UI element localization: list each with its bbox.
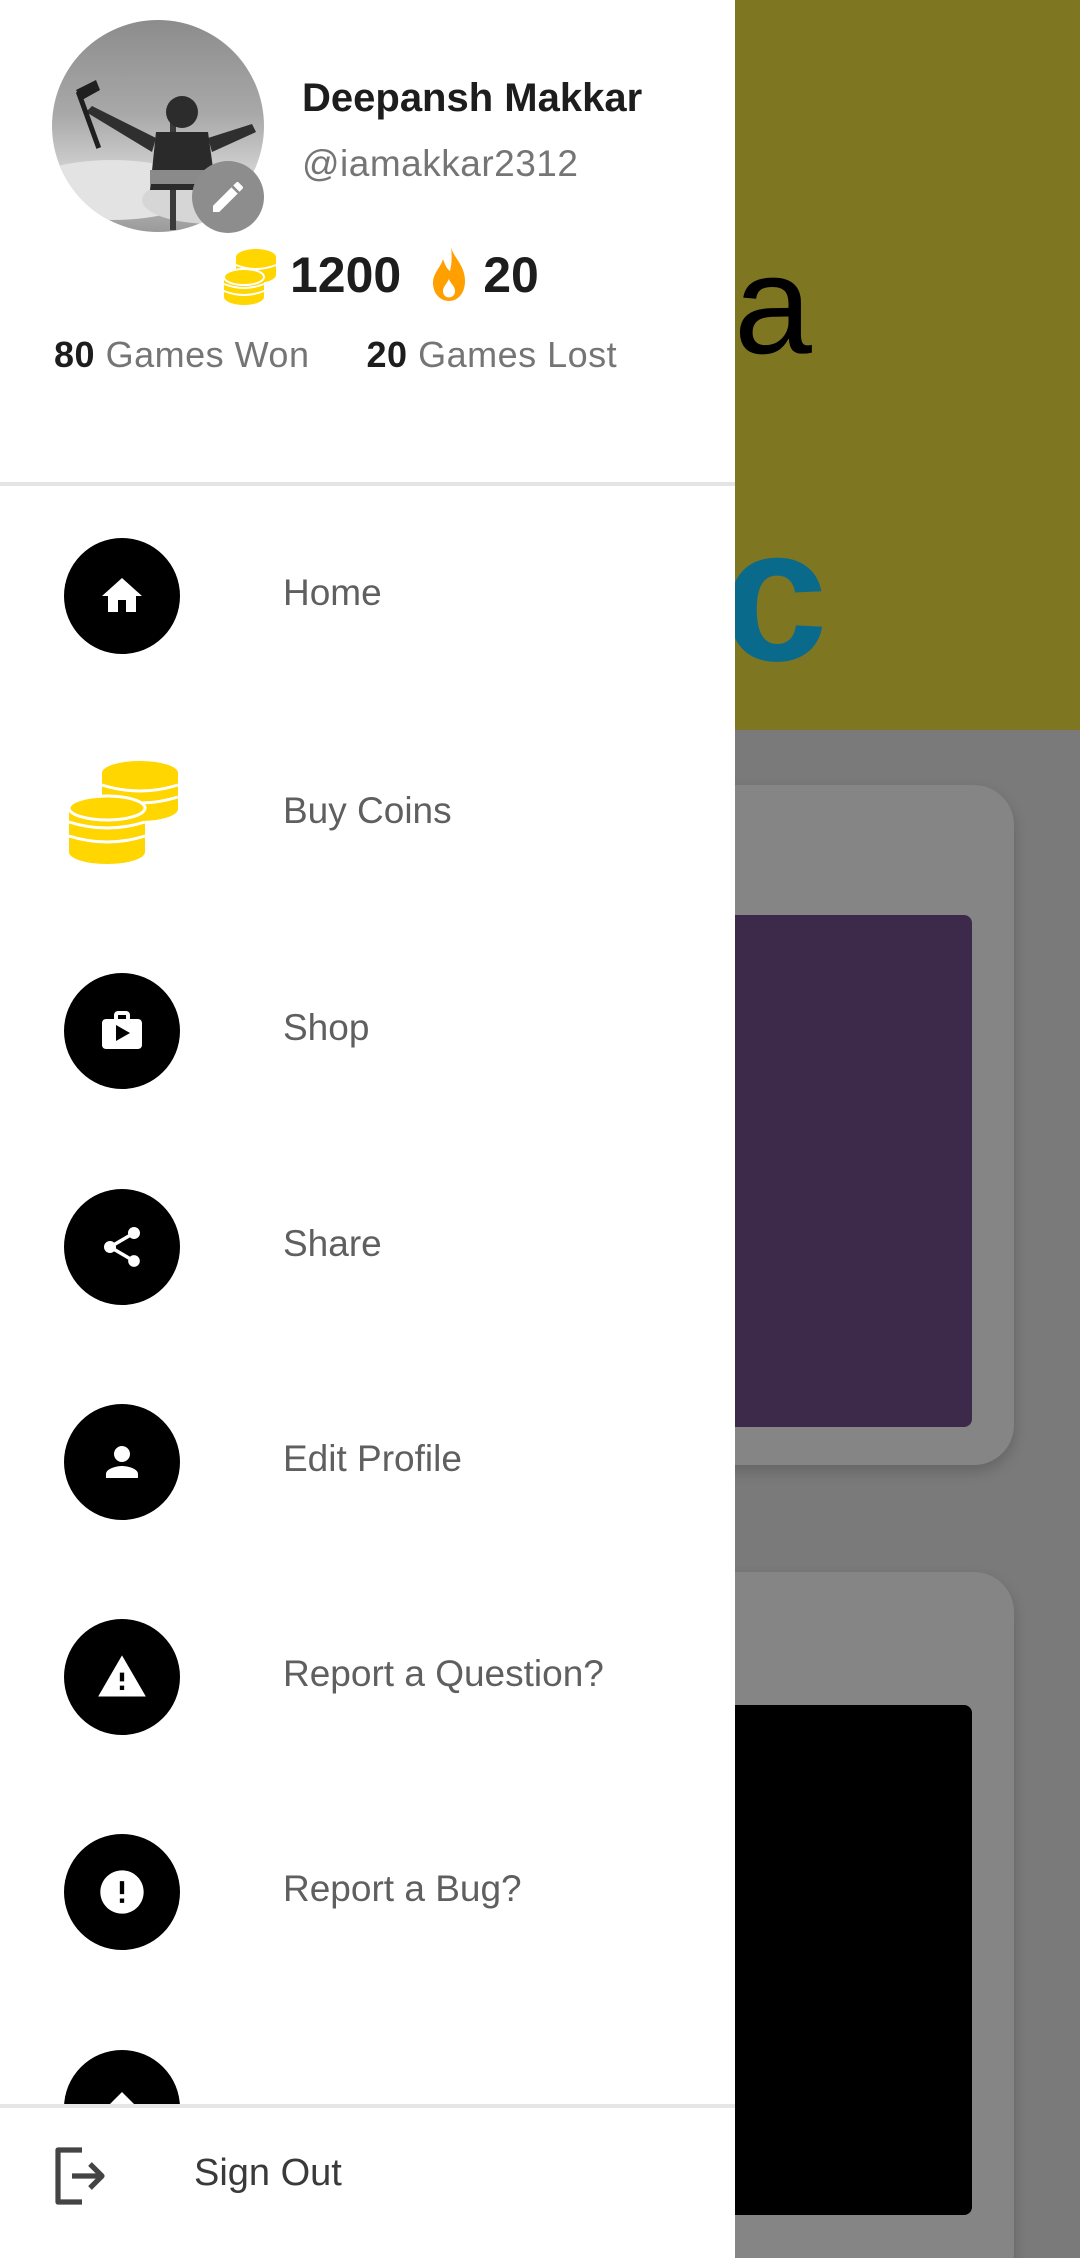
streak-count: 20 — [483, 247, 539, 303]
background-letter-a: a — [734, 226, 812, 383]
coins-icon — [223, 249, 277, 305]
games-lost-label: Games Lost — [418, 334, 618, 375]
background-letter-c: c — [722, 489, 828, 701]
game-record: 80 Games Won 20 Games Lost — [54, 334, 617, 376]
games-lost-count: 20 — [366, 334, 408, 375]
user-handle: @iamakkar2312 — [302, 143, 579, 184]
sign-out-button[interactable]: Sign Out — [194, 2152, 342, 2195]
menu-label: Report a Bug? — [283, 1868, 522, 1909]
header-divider — [0, 482, 735, 486]
menu-item-report-question[interactable]: Report a Question? — [0, 1619, 735, 1739]
edit-avatar-button[interactable] — [192, 161, 264, 233]
drawer-footer: Sign Out — [0, 2104, 735, 2258]
home-icon — [64, 538, 180, 654]
pencil-icon — [213, 181, 244, 212]
currency-stats: 1200 20 — [220, 240, 539, 310]
menu-item-home[interactable]: Home — [0, 538, 735, 658]
games-won-label: Games Won — [105, 334, 310, 375]
menu-item-report-bug[interactable]: Report a Bug? — [0, 1834, 735, 1954]
menu-label: Shop — [283, 1007, 370, 1048]
error-icon — [64, 1834, 180, 1950]
menu-item-shop[interactable]: Shop — [0, 973, 735, 1093]
games-won-count: 80 — [54, 334, 96, 375]
flame-icon — [433, 247, 466, 301]
coin-count: 1200 — [290, 247, 402, 303]
menu-label: Share — [283, 1223, 382, 1264]
menu-label: Buy Coins — [283, 790, 452, 831]
navigation-drawer: Deepansh Makkar @iamakkar2312 1200 20 80… — [0, 0, 735, 2258]
menu-item-share[interactable]: Share — [0, 1189, 735, 1309]
menu-label: Home — [283, 572, 382, 613]
warning-icon — [64, 1619, 180, 1735]
menu-label: Report a Question? — [283, 1653, 604, 1694]
shopping-bag-icon — [64, 973, 180, 1089]
menu-label: Edit Profile — [283, 1438, 462, 1479]
person-icon — [64, 1404, 180, 1520]
logout-icon — [55, 2147, 105, 2205]
coins-icon — [64, 756, 180, 872]
user-name: Deepansh Makkar — [302, 76, 643, 120]
share-icon — [64, 1189, 180, 1305]
menu-item-buy-coins[interactable]: Buy Coins — [0, 756, 735, 876]
menu-item-edit-profile[interactable]: Edit Profile — [0, 1404, 735, 1524]
